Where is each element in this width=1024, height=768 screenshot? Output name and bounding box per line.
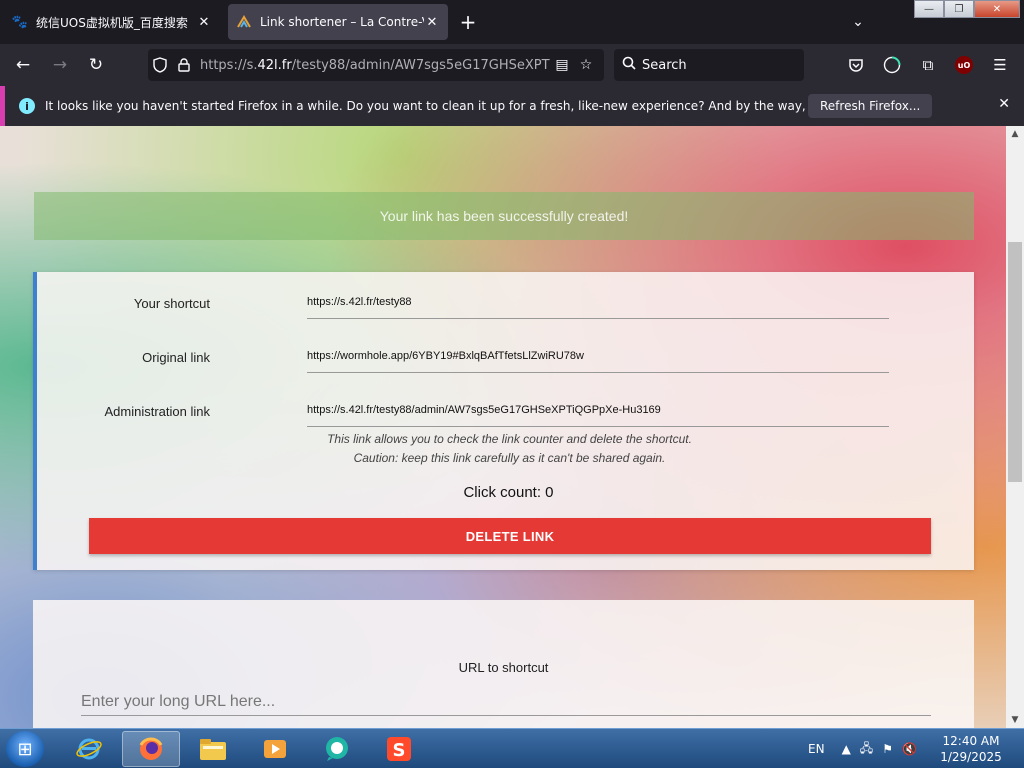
reload-icon[interactable]: ↻: [83, 52, 109, 78]
search-placeholder: Search: [642, 57, 687, 73]
click-count: Click count: 0: [463, 484, 554, 501]
original-link-value[interactable]: https://wormhole.app/6YBY19#BxlqBAfTfets…: [307, 350, 889, 373]
back-arrow-icon[interactable]: ←: [10, 52, 36, 78]
firefox-taskbar-icon[interactable]: [122, 731, 180, 767]
volume-muted-icon[interactable]: 🔇: [902, 742, 917, 756]
link-result-card: Your shortcut https://s.42l.fr/testy88 O…: [33, 272, 974, 570]
scroll-down-arrow-icon[interactable]: ▼: [1006, 712, 1024, 728]
admin-link-value[interactable]: https://s.42l.fr/testy88/admin/AW7sgs5eG…: [307, 404, 889, 427]
start-button-windows-logo-icon[interactable]: ⊞: [6, 731, 44, 767]
page-scrollbar[interactable]: ▲ ▼: [1006, 126, 1024, 728]
sogou-input-icon[interactable]: S: [370, 731, 428, 767]
media-player-icon[interactable]: [246, 731, 304, 767]
minimize-button[interactable]: —: [914, 0, 944, 18]
tab-strip: 🐾 统信UOS虚拟机版_百度搜索 ✕ Link shortener – La C…: [0, 0, 1024, 44]
clock-date: 1/29/2025: [940, 750, 1002, 764]
original-link-label: Original link: [142, 350, 210, 365]
scroll-up-arrow-icon[interactable]: ▲: [1006, 126, 1024, 142]
admin-link-label: Administration link: [104, 404, 211, 419]
ublock-origin-icon[interactable]: uO: [951, 52, 977, 78]
new-tab-button[interactable]: +: [456, 10, 480, 34]
show-hidden-icons-chevron-icon[interactable]: ▲: [842, 742, 851, 756]
close-tab-icon[interactable]: ✕: [424, 14, 440, 30]
long-url-input[interactable]: [81, 688, 931, 716]
url-bar[interactable]: https://s.42l.fr/testy88/admin/AW7sgs5eG…: [148, 49, 604, 81]
action-center-flag-icon[interactable]: ⚑: [882, 742, 893, 756]
svg-text:S: S: [393, 740, 406, 761]
pocket-icon[interactable]: [843, 52, 869, 78]
lock-icon[interactable]: [172, 53, 196, 77]
success-alert: Your link has been successfully created!: [34, 192, 974, 240]
restore-button[interactable]: ❐: [944, 0, 974, 18]
page-viewport: Your link has been successfully created!…: [0, 126, 1006, 728]
windows-taskbar: ⊞ S EN ▲ 🖧 ⚑ 🔇 12:40 AM 1/29/2025: [0, 728, 1024, 768]
scrollbar-thumb[interactable]: [1008, 242, 1022, 482]
chat-app-icon[interactable]: [308, 731, 366, 767]
extensions-puzzle-icon[interactable]: ⧉: [915, 52, 941, 78]
admin-note: This link allows you to check the link c…: [327, 432, 692, 446]
admin-caution: Caution: keep this link carefully as it …: [353, 451, 666, 465]
close-tab-icon[interactable]: ✕: [196, 14, 212, 30]
reader-view-icon[interactable]: ▤: [550, 53, 574, 77]
url-to-shortcut-label: URL to shortcut: [458, 660, 549, 675]
navigation-toolbar: ← → ↻ https://s.42l.fr/testy88/admin/AW7…: [0, 44, 1024, 86]
window-controls: — ❐ ✕: [914, 0, 1020, 18]
system-tray: EN ▲ 🖧 ⚑ 🔇: [808, 729, 926, 768]
bookmark-star-icon[interactable]: ☆: [574, 53, 598, 77]
tab-title: 统信UOS虚拟机版_百度搜索: [36, 15, 188, 30]
baidu-paw-icon: 🐾: [11, 14, 29, 30]
close-notification-icon[interactable]: ✕: [998, 96, 1010, 112]
refresh-firefox-button[interactable]: Refresh Firefox...: [808, 94, 933, 118]
info-icon: i: [19, 98, 35, 114]
tab-link-shortener[interactable]: Link shortener – La Contre-Voie ✕: [228, 4, 448, 40]
hamburger-menu-icon[interactable]: ☰: [987, 52, 1013, 78]
notification-message: It looks like you haven't started Firefo…: [45, 99, 901, 113]
url-text: https://s.42l.fr/testy88/admin/AW7sgs5eG…: [200, 57, 550, 73]
internet-explorer-icon[interactable]: [60, 731, 118, 767]
refresh-firefox-notification: i It looks like you haven't started Fire…: [0, 86, 1024, 126]
file-explorer-folder-icon[interactable]: [184, 731, 242, 767]
close-window-button[interactable]: ✕: [974, 0, 1020, 18]
search-bar[interactable]: Search: [614, 49, 804, 81]
tab-title: Link shortener – La Contre-Voie: [260, 15, 424, 29]
delete-link-button[interactable]: DELETE LINK: [89, 518, 931, 554]
language-indicator[interactable]: EN: [808, 742, 825, 756]
clock-time: 12:40 AM: [942, 734, 1000, 748]
search-icon: [622, 56, 636, 74]
account-sync-icon[interactable]: [879, 52, 905, 78]
tracking-shield-icon[interactable]: [148, 53, 172, 77]
forward-arrow-icon[interactable]: →: [47, 52, 73, 78]
shortcut-label: Your shortcut: [133, 296, 210, 311]
network-icon[interactable]: 🖧: [860, 739, 873, 760]
contre-voie-icon: [236, 14, 252, 30]
tab-baidu-search[interactable]: 🐾 统信UOS虚拟机版_百度搜索 ✕: [4, 4, 220, 40]
shorten-form-card: URL to shortcut: [33, 600, 974, 728]
list-all-tabs-chevron-icon[interactable]: ⌄: [848, 12, 868, 32]
shortcut-value[interactable]: https://s.42l.fr/testy88: [307, 296, 889, 319]
clock[interactable]: 12:40 AM 1/29/2025: [936, 733, 1006, 765]
